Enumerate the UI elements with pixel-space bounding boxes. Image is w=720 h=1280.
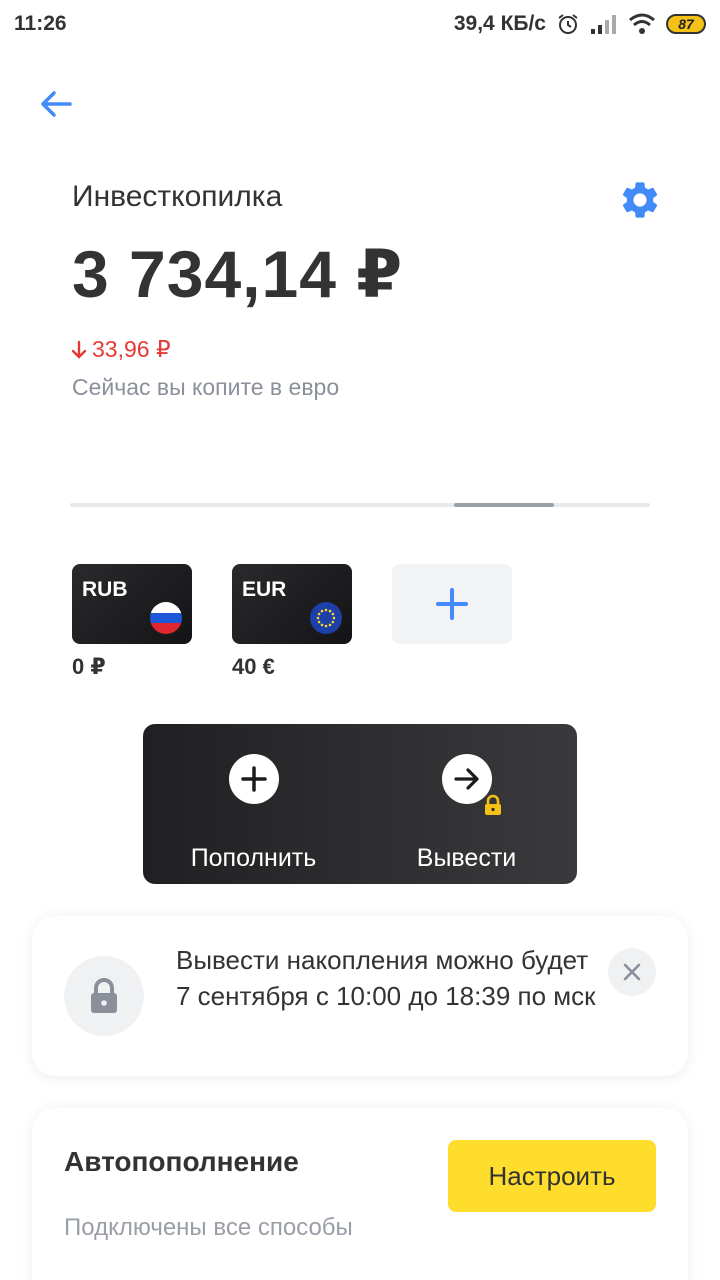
alarm-icon <box>558 14 578 34</box>
balance-change: 33,96 ₽ <box>70 336 171 363</box>
arrow-left-icon <box>41 91 72 117</box>
carousel-indicator-active <box>454 503 554 507</box>
plus-icon <box>240 766 267 792</box>
autofill-title: Автопополнение <box>64 1146 299 1177</box>
gear-icon <box>622 182 658 218</box>
currency-code: EUR <box>242 578 287 601</box>
status-icons: 39,4 КБ/с 87 <box>454 12 706 36</box>
deposit-icon-wrap <box>228 754 279 804</box>
currency-balance-rub: 0 ₽ <box>72 654 106 679</box>
currency-card-rub[interactable]: RUB <box>72 564 192 644</box>
withdraw-button[interactable]: Вывести <box>358 724 575 884</box>
plus-icon <box>436 588 468 620</box>
add-currency-button[interactable] <box>392 564 512 644</box>
carousel-indicator <box>70 503 650 507</box>
lock-icon <box>484 794 501 815</box>
withdraw-notice: Вывести накопления можно будет 7 сентябр… <box>32 916 688 1076</box>
status-bar: 11:26 39,4 КБ/с 87 <box>0 0 720 48</box>
signal-icon <box>591 15 616 34</box>
deposit-label: Пополнить <box>190 844 317 872</box>
notice-icon-wrap <box>64 956 144 1036</box>
back-button[interactable] <box>34 82 78 126</box>
wifi-icon <box>629 13 655 34</box>
settings-button[interactable] <box>616 176 664 224</box>
lock-icon <box>91 978 117 1013</box>
arrow-down-icon <box>71 340 87 359</box>
actions-panel: Пополнить Вывести <box>143 724 577 884</box>
page-title: Инвесткопилка <box>72 180 283 213</box>
autofill-subtitle: Подключены все способы <box>64 1214 353 1241</box>
autofill-configure-button[interactable]: Настроить <box>448 1140 656 1212</box>
network-speed: 39,4 КБ/с <box>453 12 546 35</box>
eu-flag-icon <box>310 602 342 634</box>
autofill-card: Автопополнение Подключены все способы На… <box>32 1108 688 1280</box>
status-time: 11:26 <box>14 12 67 35</box>
withdraw-icon-wrap <box>441 754 501 815</box>
deposit-button[interactable]: Пополнить <box>145 724 362 884</box>
battery-icon: 87 <box>666 14 706 34</box>
currency-code: RUB <box>82 578 128 601</box>
saving-currency-note: Сейчас вы копите в евро <box>72 374 340 400</box>
russia-flag-icon <box>150 602 182 634</box>
arrow-right-icon <box>453 768 479 790</box>
balance-amount: 3 734,14 ₽ <box>72 237 404 311</box>
currency-balance-eur: 40 € <box>232 654 275 679</box>
close-icon <box>623 963 641 981</box>
withdraw-label: Вывести <box>416 844 517 872</box>
notice-close-button[interactable] <box>608 948 656 996</box>
currency-card-eur[interactable]: EUR <box>232 564 352 644</box>
balance-change-value: 33,96 ₽ <box>92 336 171 362</box>
notice-text: Вывести накопления можно будет 7 сентябр… <box>176 945 596 1011</box>
